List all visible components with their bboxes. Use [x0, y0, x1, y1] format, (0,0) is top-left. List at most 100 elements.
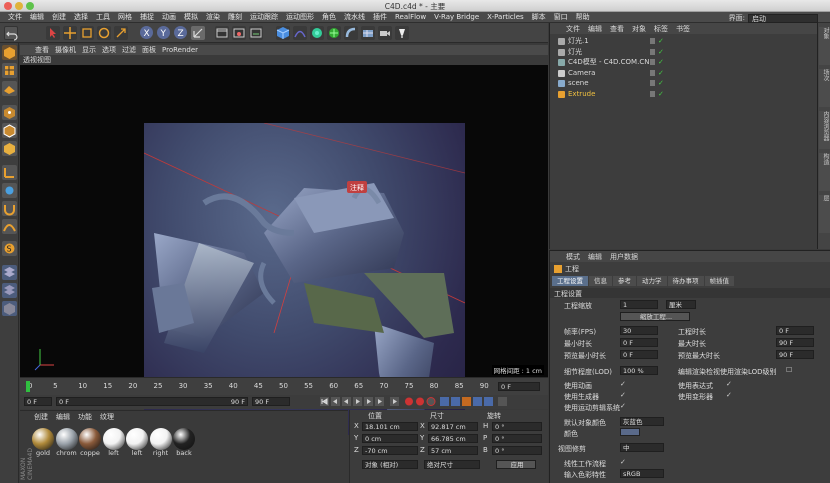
size-mode-dropdown[interactable]: 绝对尺寸 — [424, 460, 480, 469]
size-input[interactable]: 57 cm — [428, 446, 478, 455]
polygons-mode-icon[interactable] — [2, 141, 17, 156]
enable-check-icon[interactable]: ✓ — [658, 89, 664, 99]
timeline-ruler[interactable]: 0 5 10 15 20 25 30 35 40 45 50 55 60 65 70 75 80 85 90 0 F — [20, 377, 548, 395]
menu-item-9[interactable]: 渲染 — [202, 12, 224, 22]
end-frame-field[interactable]: 90 F — [252, 397, 290, 406]
snap-icon[interactable] — [2, 201, 17, 216]
object-menu-item-2[interactable]: 查看 — [606, 24, 628, 34]
use-deformers-checkbox[interactable]: ✓ — [726, 392, 733, 399]
viewport-menu-item-3[interactable]: 选项 — [99, 45, 119, 55]
scale-unit-dropdown[interactable]: 厘米 — [666, 300, 696, 309]
menu-item-4[interactable]: 工具 — [92, 12, 114, 22]
object-row[interactable]: Camera ✓ — [552, 68, 816, 78]
model-mode-icon[interactable] — [2, 45, 17, 60]
material-swatch[interactable] — [102, 428, 125, 450]
menu-item-14[interactable]: 流水线 — [340, 12, 369, 22]
attribute-menu-item-2[interactable]: 用户数据 — [606, 252, 642, 262]
object-menu-item-1[interactable]: 编辑 — [584, 24, 606, 34]
coordinate-mode-dropdown[interactable]: 对象 (相对) — [362, 460, 418, 469]
soft-selection-icon[interactable] — [2, 219, 17, 234]
duration-input[interactable]: 0 F — [776, 326, 814, 335]
attribute-tab-1[interactable]: 信息 — [589, 276, 612, 286]
rotation-input[interactable]: 0 ° — [492, 446, 542, 455]
render-settings-icon[interactable] — [249, 26, 263, 40]
floor-scene-icon[interactable] — [361, 26, 375, 40]
side-tab-2[interactable]: 内容浏览器 — [819, 111, 830, 149]
attribute-tab-2[interactable]: 参考 — [613, 276, 636, 286]
side-tab-4[interactable]: 层 — [819, 195, 830, 233]
scale-icon[interactable] — [80, 26, 94, 40]
apply-button[interactable]: 应用 — [496, 460, 536, 469]
material-menu-item-2[interactable]: 功能 — [74, 412, 96, 422]
menu-item-3[interactable]: 选择 — [70, 12, 92, 22]
bend-deformer-icon[interactable] — [344, 26, 358, 40]
menu-item-20[interactable]: 窗口 — [550, 12, 572, 22]
render-view-icon[interactable] — [215, 26, 229, 40]
attribute-menu-item-0[interactable]: 模式 — [562, 252, 584, 262]
lod-input[interactable]: 100 % — [620, 366, 658, 375]
viewport-menu-item-0[interactable]: 查看 — [32, 45, 52, 55]
menu-item-18[interactable]: X-Particles — [483, 13, 527, 21]
material-swatch[interactable] — [149, 428, 172, 450]
perspective-viewport[interactable]: 注释 网格间距 : 1 cm — [20, 65, 548, 435]
visibility-dots[interactable] — [650, 48, 655, 55]
menu-item-15[interactable]: 插件 — [369, 12, 391, 22]
menu-item-7[interactable]: 动画 — [158, 12, 180, 22]
material-swatch[interactable] — [79, 428, 101, 450]
attribute-tab-0[interactable]: 工程设置 — [552, 276, 588, 286]
visibility-dots[interactable] — [650, 69, 655, 76]
linear-workflow-checkbox[interactable]: ✓ — [620, 459, 627, 466]
layout-dropdown[interactable]: 启动 — [748, 13, 818, 23]
menu-item-16[interactable]: RealFlow — [391, 13, 430, 21]
fps-input[interactable]: 30 — [620, 326, 658, 335]
use-generators-checkbox[interactable]: ✓ — [620, 392, 627, 399]
object-menu-item-0[interactable]: 文件 — [562, 24, 584, 34]
menu-item-21[interactable]: 帮助 — [572, 12, 594, 22]
view-clipping-dropdown[interactable]: 中 — [620, 443, 664, 452]
size-input[interactable]: 66.785 cm — [428, 434, 478, 443]
current-frame-field[interactable]: 0 F — [498, 382, 540, 391]
attribute-menu-item-1[interactable]: 编辑 — [584, 252, 606, 262]
spline-pen-icon[interactable] — [293, 26, 307, 40]
coordinate-system-icon[interactable] — [191, 26, 205, 40]
use-expressions-checkbox[interactable]: ✓ — [726, 381, 733, 388]
move-icon[interactable] — [63, 26, 77, 40]
menu-item-6[interactable]: 捕捉 — [136, 12, 158, 22]
rotation-input[interactable]: 0 ° — [492, 434, 542, 443]
enable-check-icon[interactable]: ✓ — [658, 57, 664, 67]
position-input[interactable]: 18.101 cm — [362, 422, 418, 431]
points-mode-icon[interactable] — [2, 105, 17, 120]
object-menu-item-3[interactable]: 对象 — [628, 24, 650, 34]
texture-mode-icon[interactable] — [2, 63, 17, 78]
select-arrow-icon[interactable] — [46, 26, 60, 40]
viewport-menu-item-2[interactable]: 显示 — [79, 45, 99, 55]
attribute-tab-4[interactable]: 待办事项 — [667, 276, 704, 286]
use-motion-system-checkbox[interactable]: ✓ — [620, 403, 627, 410]
undo-icon[interactable] — [4, 26, 18, 41]
side-tab-3[interactable]: 构造 — [819, 153, 830, 191]
menu-item-5[interactable]: 网格 — [114, 12, 136, 22]
y-axis-icon[interactable]: Y — [157, 26, 170, 39]
array-icon[interactable] — [327, 26, 341, 40]
min-time-input[interactable]: 0 F — [620, 338, 658, 347]
menu-item-13[interactable]: 角色 — [318, 12, 340, 22]
menu-item-2[interactable]: 创建 — [48, 12, 70, 22]
input-color-dropdown[interactable]: sRGB — [620, 469, 664, 478]
visibility-dots[interactable] — [650, 38, 655, 44]
material-swatch[interactable] — [55, 428, 78, 450]
render-lod-checkbox[interactable]: ☐ — [786, 367, 793, 374]
material-swatch[interactable] — [173, 428, 195, 450]
visibility-dots[interactable] — [650, 59, 655, 65]
max-time-input[interactable]: 90 F — [776, 338, 814, 347]
rotate-icon[interactable] — [97, 26, 111, 40]
material-swatch[interactable] — [32, 428, 54, 450]
cube-icon[interactable] — [276, 26, 290, 40]
render-picture-viewer-icon[interactable] — [232, 26, 246, 40]
layers-stack-icon[interactable] — [2, 283, 17, 298]
scale-input[interactable]: 1 — [620, 300, 658, 309]
position-input[interactable]: 0 cm — [362, 434, 418, 443]
size-input[interactable]: 92.817 cm — [428, 422, 478, 431]
side-tab-0[interactable]: 对象 — [819, 27, 830, 65]
material-menu-item-0[interactable]: 创建 — [30, 412, 52, 422]
menu-item-17[interactable]: V-Ray Bridge — [430, 13, 483, 21]
